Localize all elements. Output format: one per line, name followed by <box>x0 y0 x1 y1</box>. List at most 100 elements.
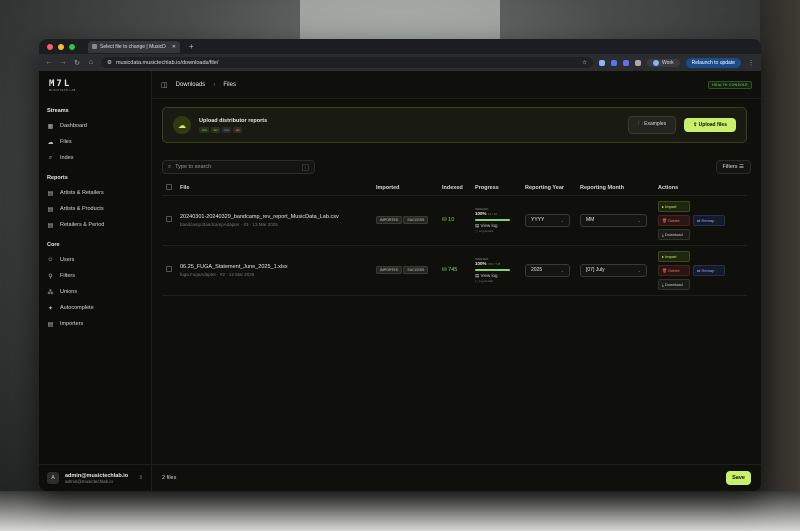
row-checkbox[interactable] <box>166 266 172 272</box>
sidebar-section-title: Streams <box>47 108 69 114</box>
bookmark-star-icon[interactable]: ☆ <box>582 60 587 66</box>
sidebar-item-filters[interactable]: ⚲ Filters <box>39 268 151 284</box>
reporting-month-select[interactable]: MM ⌄ <box>580 213 647 227</box>
select-all-checkbox[interactable] <box>166 183 172 190</box>
breadcrumb-downloads[interactable]: Downloads <box>176 82 206 88</box>
cloud-upload-icon: ☁ <box>173 116 191 134</box>
table-row[interactable]: 06.25_FUGA_Statement_June_2025_1.xlsx fu… <box>162 245 747 296</box>
logo-subtitle: MUSICTECH LAB <box>49 88 76 92</box>
import-button[interactable]: ▸ Import <box>658 200 690 212</box>
close-tab-icon[interactable]: ✕ <box>172 44 176 50</box>
browser-menu-icon[interactable]: ⋮ <box>747 59 755 67</box>
imported-badge: IMPORTED <box>376 266 403 274</box>
log-details-link[interactable]: ▢ Log details <box>475 279 517 283</box>
download-button[interactable]: ⤓ Download <box>658 278 690 290</box>
chevron-down-icon: ⌄ <box>637 267 641 273</box>
reporting-year-select[interactable]: 2025 ⌄ <box>525 263 570 277</box>
delete-button[interactable]: 🗑 Delete <box>658 214 690 226</box>
upload-files-label: Upload files <box>698 122 727 128</box>
row-actions: ▸ Import 🗑 Delete ⇄ Remap ⤓ Download <box>658 250 743 290</box>
save-button[interactable]: Save <box>726 471 751 485</box>
sidebar-item-label: Unions <box>60 289 78 295</box>
sidebar-item-unions[interactable]: ⁂ Unions <box>39 284 151 300</box>
delete-button[interactable]: 🗑 Delete <box>658 264 690 276</box>
row-checkbox[interactable] <box>166 216 172 222</box>
column-header-reporting-year[interactable]: Reporting Year <box>521 181 576 196</box>
delete-label: Delete <box>668 217 680 223</box>
column-header-file[interactable]: File <box>176 181 372 196</box>
trash-icon: 🗑 <box>662 217 668 223</box>
extension-icon[interactable] <box>623 59 630 66</box>
sidebar-section-title: Reports <box>47 175 68 181</box>
sidebar-item-artists-products[interactable]: ▤ Artists & Products <box>39 201 151 217</box>
file-name[interactable]: 20240301-20240329_bandcamp_rev_report_Mu… <box>180 214 368 220</box>
remap-button[interactable]: ⇄ Remap <box>693 214 725 226</box>
sidebar-item-retailers-period[interactable]: ▤ Retailers & Period <box>39 217 151 233</box>
column-header-imported[interactable]: Imported <box>372 181 438 196</box>
imported-badge: IMPORTED <box>376 216 403 224</box>
delete-label: Delete <box>668 267 680 273</box>
back-icon[interactable]: ← <box>45 59 53 66</box>
reporting-year-select[interactable]: YYYY ⌄ <box>525 213 570 227</box>
user-name: admin@musictechlab.io <box>65 472 129 479</box>
footer: 2 files Save <box>152 464 761 491</box>
logo[interactable]: M7L MUSICTECH LAB <box>39 71 151 99</box>
sidebar-item-label: Files <box>60 139 72 145</box>
chevron-updown-icon[interactable]: ⇕ <box>139 475 143 481</box>
indexed-count: 745 <box>448 267 458 273</box>
file-name[interactable]: 06.25_FUGA_Statement_June_2025_1.xlsx <box>180 264 368 270</box>
table-row[interactable]: 20240301-20240329_bandcamp_rev_report_Mu… <box>162 195 747 246</box>
log-details-link[interactable]: ▢ Log details <box>475 229 517 233</box>
database-icon: ⛁ <box>442 267 447 273</box>
reload-icon[interactable]: ↻ <box>73 59 81 67</box>
search-input[interactable]: ⌕ Type to search / <box>162 160 315 174</box>
table-icon: ▤ <box>47 206 54 213</box>
site-info-icon[interactable]: ⚙ <box>107 60 112 66</box>
maximize-window-icon[interactable] <box>69 43 75 50</box>
user-menu[interactable]: A admin@musictechlab.io admin@musictechl… <box>39 464 151 491</box>
extension-icon[interactable] <box>611 59 618 66</box>
import-button[interactable]: ▸ Import <box>658 250 690 262</box>
sidebar-section-title: Core <box>47 242 60 248</box>
forward-icon[interactable]: → <box>59 59 67 66</box>
file-meta: fuga.FugaAdapter · #2 · 12 Mar 2025 <box>180 271 255 277</box>
reporting-month-select[interactable]: [07] July ⌄ <box>580 263 647 277</box>
file-type-chips: .xlsx .tsv .csv .zip <box>199 126 267 133</box>
download-button[interactable]: ⤓ Download <box>658 228 690 240</box>
sidebar-item-dashboard[interactable]: ▦ Dashboard <box>39 118 151 134</box>
sidebar-item-importers[interactable]: ▤ Importers <box>39 316 151 332</box>
browser-tab[interactable]: Select file to change | MusicD ✕ <box>88 40 180 53</box>
sidebar-item-autocomplete[interactable]: ✦ Autocomplete <box>39 300 151 316</box>
relaunch-button[interactable]: Relaunch to update <box>685 57 741 68</box>
file-meta: bandcamp.BandcampAdapter · #3 · 13 Mar 2… <box>180 221 278 227</box>
sidebar-item-files[interactable]: ☁ Files <box>39 134 151 150</box>
extension-icon[interactable] <box>599 59 606 66</box>
table-icon: ▤ <box>47 321 54 328</box>
sidebar-toggle-icon[interactable]: ◫ <box>161 81 168 89</box>
new-tab-icon[interactable]: + <box>189 42 194 51</box>
chevron-down-icon: ⌄ <box>560 217 564 223</box>
filters-button[interactable]: Filters ☰ <box>715 160 751 174</box>
url-input[interactable]: ⚙ musicdata.musictechlab.io/downloads/fi… <box>101 57 594 68</box>
app-root: M7L MUSICTECH LAB Streams ▦ Dashboard ☁ File… <box>39 71 761 491</box>
sidebar-item-artists-retailers[interactable]: ▤ Artists & Retailers <box>39 185 151 201</box>
sidebar-item-users[interactable]: ☺ Users <box>39 252 151 268</box>
column-header-reporting-month[interactable]: Reporting Month <box>576 181 654 196</box>
remap-button[interactable]: ⇄ Remap <box>693 264 725 276</box>
close-window-icon[interactable] <box>47 43 53 50</box>
profile-button[interactable]: Work <box>647 58 680 67</box>
examples-button[interactable]: 🗀 Examples <box>627 116 677 134</box>
filter-icon: ⚲ <box>48 273 53 280</box>
health-console-badge[interactable]: HEALTH CONSOLE <box>708 80 752 89</box>
chevron-down-icon: ⌄ <box>637 217 641 223</box>
minimize-window-icon[interactable] <box>58 43 64 50</box>
log-details-label: Log details <box>478 229 494 233</box>
column-header-progress[interactable]: Progress <box>471 181 521 196</box>
upload-files-button[interactable]: ⇪ Upload files <box>684 118 736 132</box>
column-header-indexed[interactable]: Indexed <box>438 181 471 196</box>
extensions-puzzle-icon[interactable] <box>635 59 642 66</box>
sidebar-item-index[interactable]: ⌕ Index <box>39 150 151 166</box>
reporting-year-value: 2025 <box>531 267 543 273</box>
url-text: musicdata.musictechlab.io/downloads/file… <box>115 59 219 66</box>
home-icon[interactable]: ⌂ <box>87 59 95 66</box>
